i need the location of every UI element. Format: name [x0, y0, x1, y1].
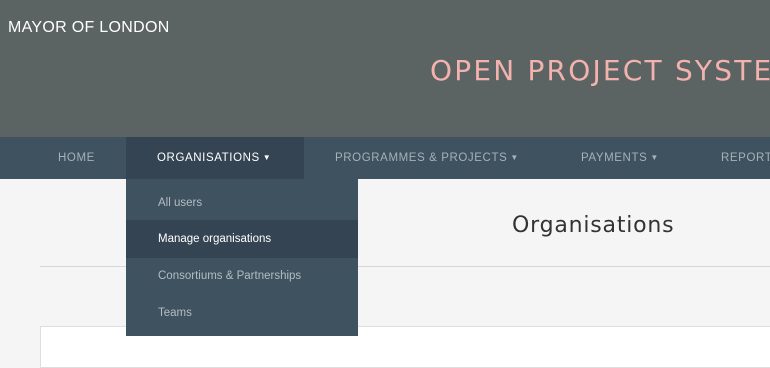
nav-programmes-label: PROGRAMMES & PROJECTS [335, 152, 508, 164]
nav-payments[interactable]: PAYMENTS ▼ [581, 137, 659, 179]
nav-programmes[interactable]: PROGRAMMES & PROJECTS ▼ [335, 137, 519, 179]
brand-logo-text[interactable]: MAYOR OF LONDON [8, 19, 170, 37]
menu-item-consortiums-partnerships[interactable]: Consortiums & Partnerships [126, 257, 358, 295]
organisations-dropdown-menu: All users Manage organisations Consortiu… [126, 179, 358, 336]
system-title: OPEN PROJECT SYSTEM [430, 54, 770, 87]
header: MAYOR OF LONDON OPEN PROJECT SYSTEM [0, 0, 770, 137]
menu-item-teams[interactable]: Teams [126, 294, 358, 332]
caret-down-icon: ▼ [650, 153, 659, 162]
nav-organisations-label: ORGANISATIONS [157, 152, 260, 164]
caret-down-icon: ▼ [510, 153, 519, 162]
nav-reports-label: REPORT [721, 152, 770, 164]
page-title: Organisations [512, 213, 675, 238]
nav-reports[interactable]: REPORT [721, 137, 770, 179]
nav-organisations[interactable]: ORGANISATIONS ▼ [126, 137, 304, 179]
caret-down-icon: ▼ [262, 153, 272, 162]
nav-home-label: HOME [58, 152, 95, 164]
nav-payments-label: PAYMENTS [581, 152, 648, 164]
nav-home[interactable]: HOME [58, 137, 95, 179]
main-nav: HOME ORGANISATIONS ▼ PROGRAMMES & PROJECT… [0, 137, 770, 179]
menu-item-manage-organisations[interactable]: Manage organisations [126, 220, 358, 258]
menu-item-all-users[interactable]: All users [126, 184, 358, 222]
